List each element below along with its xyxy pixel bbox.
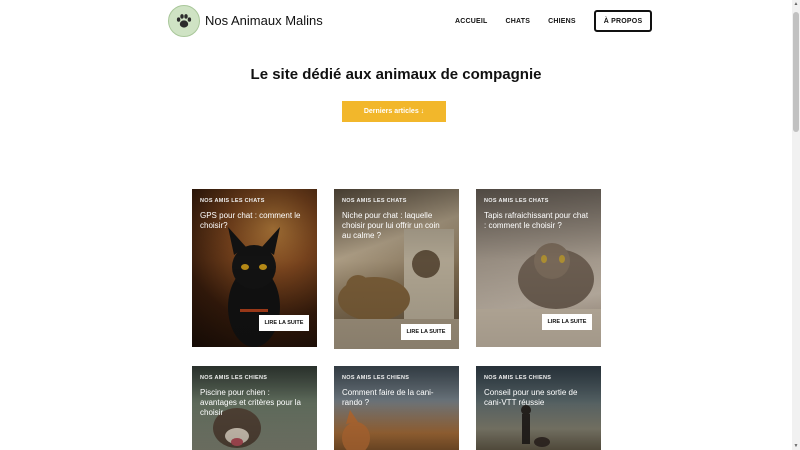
article-card[interactable]: NOS AMIS LES CHIENS Piscine pour chien :… (192, 366, 317, 450)
article-card[interactable]: NOS AMIS LES CHATS GPS pour chat : comme… (192, 189, 317, 347)
read-more-button[interactable]: LIRE LA SUITE (259, 315, 309, 331)
hero-title: Le site dédié aux animaux de compagnie (250, 66, 542, 83)
card-category: NOS AMIS LES CHIENS (484, 375, 552, 381)
site-logo[interactable] (168, 5, 200, 37)
article-card[interactable]: NOS AMIS LES CHATS Tapis rafraichissant … (476, 189, 601, 347)
card-title[interactable]: Comment faire de la cani-rando ? (342, 388, 450, 408)
card-category: NOS AMIS LES CHATS (342, 198, 407, 204)
main-nav: ACCUEIL CHATS CHIENS À PROPOS (455, 10, 653, 32)
article-card[interactable]: NOS AMIS LES CHIENS Conseil pour une sor… (476, 366, 601, 450)
card-category: NOS AMIS LES CHATS (200, 198, 265, 204)
latest-articles-button[interactable]: Derniers articles ↓ (342, 101, 446, 122)
paw-icon (176, 14, 192, 28)
card-category: NOS AMIS LES CHIENS (200, 375, 268, 381)
read-more-button[interactable]: LIRE LA SUITE (401, 324, 451, 340)
nav-accueil[interactable]: ACCUEIL (455, 18, 488, 25)
card-title[interactable]: Conseil pour une sortie de cani-VTT réus… (484, 388, 592, 408)
article-card[interactable]: NOS AMIS LES CHATS Niche pour chat : laq… (334, 189, 459, 349)
scrollbar-thumb[interactable] (793, 12, 799, 132)
card-category: NOS AMIS LES CHIENS (342, 375, 410, 381)
card-category: NOS AMIS LES CHATS (484, 198, 549, 204)
vertical-scrollbar[interactable]: ▲ ▼ (792, 0, 800, 450)
site-header: Nos Animaux Malins ACCUEIL CHATS CHIENS … (0, 0, 792, 42)
nav-chats[interactable]: CHATS (506, 18, 531, 25)
nav-a-propos-button[interactable]: À PROPOS (593, 10, 653, 32)
article-card[interactable]: NOS AMIS LES CHIENS Comment faire de la … (334, 366, 459, 450)
card-title[interactable]: Tapis rafraichissant pour chat : comment… (484, 211, 592, 231)
nav-chiens[interactable]: CHIENS (548, 18, 576, 25)
read-more-button[interactable]: LIRE LA SUITE (542, 314, 592, 330)
card-title[interactable]: Niche pour chat : laquelle choisir pour … (342, 211, 450, 241)
site-title[interactable]: Nos Animaux Malins (205, 13, 323, 28)
card-title[interactable]: GPS pour chat : comment le choisir? (200, 211, 308, 231)
scroll-up-icon[interactable]: ▲ (792, 0, 800, 8)
card-title[interactable]: Piscine pour chien : avantages et critèr… (200, 388, 308, 418)
scroll-down-icon[interactable]: ▼ (792, 442, 800, 450)
